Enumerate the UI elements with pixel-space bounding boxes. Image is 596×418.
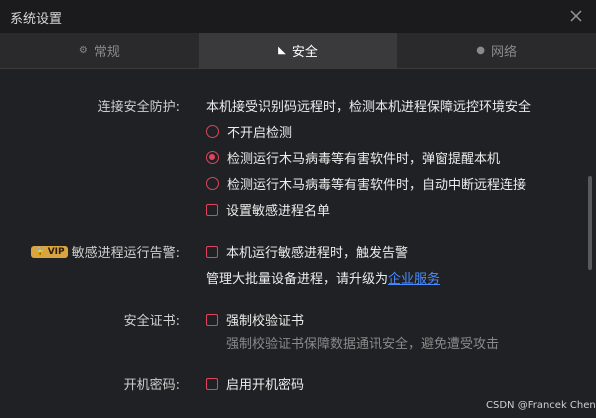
vip-badge: 🔒 VIP (31, 245, 68, 258)
boot-password-option[interactable]: 启用开机密码 (206, 374, 304, 393)
tab-label: 网络 (491, 45, 518, 60)
sensitive-process-list-option[interactable]: 设置敏感进程名单 (206, 200, 330, 219)
radio-option-disable[interactable]: 不开启检测 (206, 122, 292, 141)
radio-button[interactable] (206, 177, 219, 190)
checkbox[interactable] (206, 377, 218, 390)
vip-badge-text: VIP (47, 246, 65, 257)
checkbox-label: 设置敏感进程名单 (226, 204, 331, 219)
tab-security[interactable]: ◣ 安全 (198, 33, 398, 68)
window-title: 系统设置 (10, 12, 63, 27)
radio-label: 检测运行木马病毒等有害软件时，弹窗提醒本机 (227, 152, 501, 167)
title-bar: 系统设置 (0, 0, 596, 33)
sensitive-alert-label-group: 🔒 VIP 敏感进程运行告警: (0, 242, 180, 261)
lock-icon: 🔒 (34, 246, 46, 257)
checkbox-label: 强制校验证书 (226, 314, 305, 329)
settings-content: 连接安全防护: 本机接受识别码远程时，检测本机进程保障远控环境安全 不开启检测 … (0, 70, 586, 418)
tab-label: 安全 (291, 45, 318, 60)
tab-general[interactable]: ⚙ 常规 (0, 33, 199, 68)
checkbox[interactable] (206, 313, 218, 326)
gear-icon: ⚙ (78, 45, 88, 56)
radio-label: 检测运行木马病毒等有害软件时，自动中断远程连接 (227, 178, 527, 193)
radio-option-disconnect[interactable]: 检测运行木马病毒等有害软件时，自动中断远程连接 (206, 174, 526, 193)
connection-protection-label: 连接安全防护: (97, 100, 180, 115)
radio-button[interactable] (206, 125, 219, 138)
upgrade-text: 管理大批量设备进程，请升级为 (206, 272, 389, 287)
checkbox-label: 启用开机密码 (226, 378, 305, 393)
certificate-option[interactable]: 强制校验证书 (206, 310, 304, 329)
radio-option-popup[interactable]: 检测运行木马病毒等有害软件时，弹窗提醒本机 (206, 148, 500, 167)
checkbox-label: 本机运行敏感进程时，触发告警 (226, 246, 409, 261)
certificate-hint: 强制校验证书保障数据通讯安全，避免遭受攻击 (226, 337, 500, 352)
tab-bar: ⚙ 常规 ◣ 安全 ● 网络 (0, 33, 596, 69)
boot-password-label: 开机密码: (123, 378, 180, 393)
shield-icon: ◣ (278, 45, 286, 56)
sensitive-alert-label: 敏感进程运行告警: (71, 246, 180, 261)
description-text: 本机接受识别码远程时，检测本机进程保障远控环境安全 (206, 100, 532, 115)
watermark: CSDN @Francek Chen (486, 400, 596, 411)
close-icon[interactable] (566, 6, 586, 26)
connection-protection-description: 本机接受识别码远程时，检测本机进程保障远控环境安全 (206, 96, 531, 115)
tab-label: 常规 (93, 45, 120, 60)
certificate-label: 安全证书: (123, 314, 180, 329)
checkbox[interactable] (206, 203, 218, 216)
sensitive-alert-option[interactable]: 本机运行敏感进程时，触发告警 (206, 242, 408, 261)
scrollbar[interactable] (588, 176, 592, 270)
globe-icon: ● (476, 45, 486, 56)
tab-network[interactable]: ● 网络 (397, 33, 596, 68)
upgrade-hint: 管理大批量设备进程，请升级为 企业服务 (206, 268, 440, 287)
radio-button[interactable] (206, 151, 219, 164)
checkbox[interactable] (206, 245, 218, 258)
enterprise-service-link[interactable]: 企业服务 (388, 268, 440, 287)
radio-label: 不开启检测 (227, 126, 293, 141)
